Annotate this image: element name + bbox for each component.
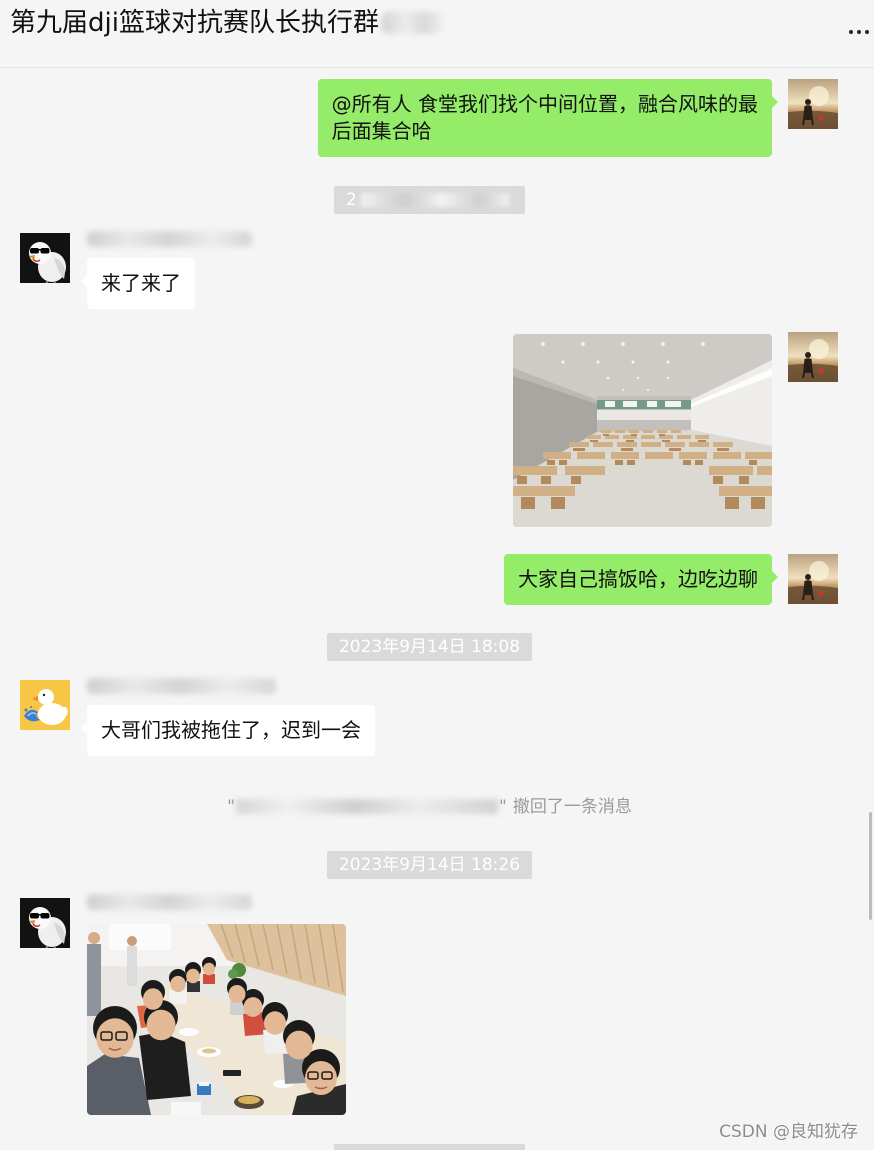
message-text: 来了来了 <box>101 271 181 295</box>
image-message[interactable] <box>513 334 772 527</box>
avatar-member[interactable] <box>20 233 70 283</box>
timestamp: 2023年9月14日 18:08 <box>326 633 533 661</box>
chat-title: 第九届dji篮球对抗赛队长执行群 <box>10 4 443 42</box>
timestamp: 2 <box>334 186 525 214</box>
chat-header: 第九届dji篮球对抗赛队长执行群 <box>0 0 874 68</box>
recall-text: 撤回了一条消息 <box>512 797 632 817</box>
avatar-self[interactable] <box>788 332 838 382</box>
timestamp-row: 2023年9月14日 18:08 <box>0 633 859 661</box>
blurred-member-count <box>380 12 443 34</box>
message-bubble-self[interactable]: @所有人 食堂我们找个中间位置，融合风味的最 后面集合哈 <box>317 79 779 157</box>
message-bubble-other[interactable]: 大哥们我被拖住了，迟到一会 <box>81 705 375 756</box>
message-text: 大哥们我被拖住了，迟到一会 <box>101 718 361 742</box>
timestamp-row: 2023年9月14日 18:26 <box>0 851 859 879</box>
sender-name <box>87 231 252 247</box>
chat-title-text: 第九届dji篮球对抗赛队长执行群 <box>10 8 379 38</box>
avatar-member[interactable] <box>20 898 70 948</box>
recall-notice: " " 撤回了一条消息 <box>0 796 859 818</box>
sender-name <box>87 678 276 694</box>
avatar-member[interactable] <box>20 680 70 730</box>
more-icon[interactable] <box>848 30 872 36</box>
timestamp-partial <box>334 1144 525 1150</box>
message-text-line: @所有人 食堂我们找个中间位置，融合风味的最 <box>331 92 758 116</box>
message-bubble-other[interactable]: 来了来了 <box>81 258 195 309</box>
image-message[interactable] <box>87 924 346 1115</box>
message-text-line: 后面集合哈 <box>331 119 432 143</box>
watermark: CSDN @良知犹存 <box>719 1122 858 1142</box>
recall-quote-close: " <box>499 797 507 817</box>
timestamp-visible-text: 2 <box>346 190 357 210</box>
timestamp-row: 2 <box>0 186 859 214</box>
timestamp: 2023年9月14日 18:26 <box>326 851 533 879</box>
avatar-self[interactable] <box>788 79 838 129</box>
avatar-self[interactable] <box>788 554 838 604</box>
blurred-timestamp <box>360 193 509 207</box>
scrollbar-thumb[interactable] <box>869 812 872 920</box>
message-text: 大家自己搞饭哈，边吃边聊 <box>518 567 758 591</box>
recall-quote-open: " <box>227 797 235 817</box>
blurred-sender-name <box>236 799 498 814</box>
sender-name <box>87 894 252 910</box>
message-bubble-self[interactable]: 大家自己搞饭哈，边吃边聊 <box>504 554 778 605</box>
